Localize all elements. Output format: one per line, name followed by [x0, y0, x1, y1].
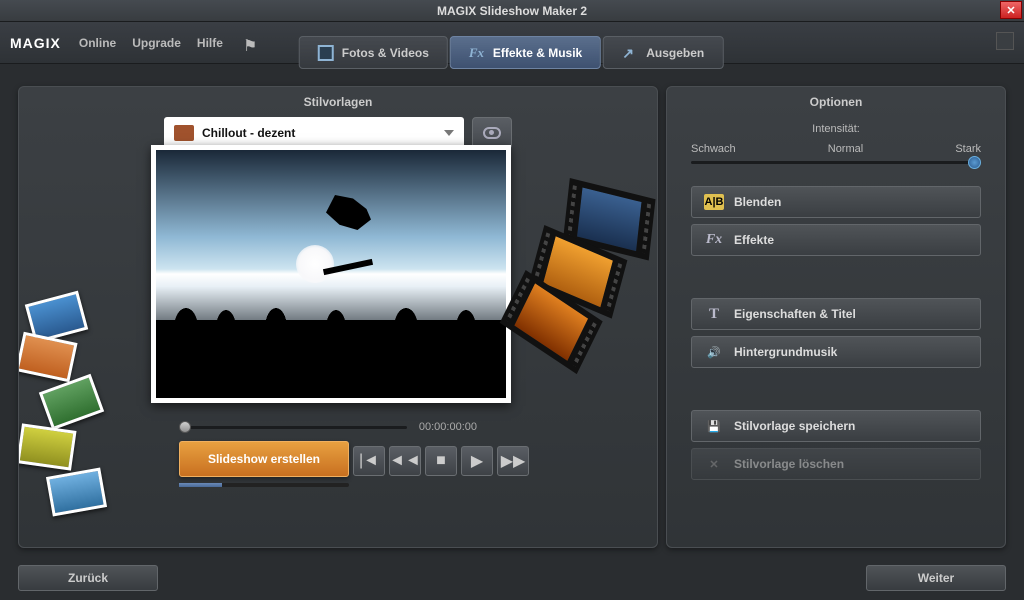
music-button[interactable]: 🔊Hintergrundmusik: [691, 336, 981, 368]
menu-upgrade[interactable]: Upgrade: [132, 36, 181, 50]
delete-icon: ✕: [704, 456, 724, 472]
slider-handle[interactable]: [968, 156, 981, 169]
window-title: MAGIX Slideshow Maker 2: [437, 4, 587, 18]
minimize-icon[interactable]: [996, 32, 1014, 50]
tab-export[interactable]: Ausgeben: [603, 36, 723, 69]
timeline-handle[interactable]: [179, 421, 191, 433]
panel-options-title: Optionen: [667, 87, 1005, 117]
tab-effects[interactable]: FxEffekte & Musik: [450, 36, 601, 69]
timecode: 00:00:00:00: [419, 421, 477, 433]
blend-button[interactable]: A|BBlenden: [691, 186, 981, 218]
scale-strong: Stark: [955, 143, 981, 155]
scale-normal: Normal: [828, 143, 863, 155]
style-thumb-icon: [174, 125, 194, 141]
progress-fill: [179, 483, 222, 487]
crowd-silhouette: [156, 320, 506, 398]
thumb-3: [39, 374, 104, 430]
fx-icon: Fx: [704, 232, 724, 248]
panel-styles: Stilvorlagen Chillout - dezent: [18, 86, 658, 548]
play-button[interactable]: ▶: [461, 446, 493, 476]
text-icon: T: [704, 306, 724, 322]
footer: Zurück Weiter: [0, 556, 1024, 600]
create-slideshow-button[interactable]: Slideshow erstellen: [179, 441, 349, 477]
eye-icon: [483, 127, 501, 139]
chevron-down-icon: [444, 130, 454, 136]
transport-controls: Slideshow erstellen |◄ ◄◄ ■ ▶ ▶▶: [179, 441, 529, 477]
intensity-scale: Schwach Normal Stark: [691, 143, 981, 155]
style-selected-label: Chillout - dezent: [202, 126, 295, 140]
titlebar: MAGIX Slideshow Maker 2 ✕: [0, 0, 1024, 22]
intensity-label: Intensität:: [667, 123, 1005, 135]
thumb-5: [46, 468, 107, 517]
menu-help[interactable]: Hilfe: [197, 36, 223, 50]
back-button[interactable]: Zurück: [18, 565, 158, 591]
thumb-4: [18, 423, 77, 470]
export-icon: [622, 45, 638, 61]
tab-photos[interactable]: Fotos & Videos: [299, 36, 448, 69]
timeline-track[interactable]: [179, 426, 407, 429]
save-icon: 💾: [704, 418, 724, 434]
fx-icon: Fx: [469, 45, 485, 61]
panel-styles-title: Stilvorlagen: [19, 87, 657, 117]
next-button[interactable]: Weiter: [866, 565, 1006, 591]
stop-button[interactable]: ■: [425, 446, 457, 476]
panel-options: Optionen Intensität: Schwach Normal Star…: [666, 86, 1006, 548]
effects-button[interactable]: FxEffekte: [691, 224, 981, 256]
preview-frame: [151, 145, 511, 403]
intensity-slider[interactable]: [691, 161, 981, 164]
menu-online[interactable]: Online: [79, 36, 116, 50]
brand-logo: MAGIX: [10, 35, 61, 51]
properties-button[interactable]: TEigenschaften & Titel: [691, 298, 981, 330]
thumb-2: [18, 332, 78, 383]
delete-style-button: ✕Stilvorlage löschen: [691, 448, 981, 480]
speaker-icon: 🔊: [704, 344, 724, 360]
close-icon[interactable]: ✕: [1000, 1, 1022, 19]
fast-forward-button[interactable]: ▶▶: [497, 446, 529, 476]
tab-bar: Fotos & Videos FxEffekte & Musik Ausgebe…: [299, 36, 726, 69]
skip-start-button[interactable]: |◄: [353, 446, 385, 476]
rewind-button[interactable]: ◄◄: [389, 446, 421, 476]
timeline: 00:00:00:00: [179, 421, 477, 433]
progress-bar: [179, 483, 349, 487]
photo-icon: [318, 45, 334, 61]
skater-silhouette: [311, 190, 391, 270]
preview-image: [156, 150, 506, 398]
scale-weak: Schwach: [691, 143, 736, 155]
photo-collage: [18, 237, 159, 517]
ab-icon: A|B: [704, 194, 724, 210]
save-style-button[interactable]: 💾Stilvorlage speichern: [691, 410, 981, 442]
help-flag-icon[interactable]: ⚑: [243, 36, 257, 50]
